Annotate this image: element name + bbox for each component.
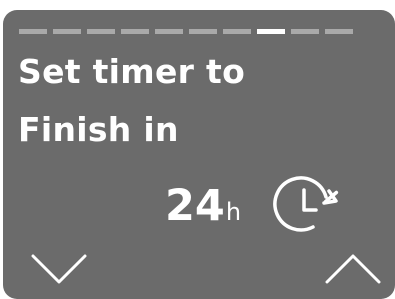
progress-segment <box>53 29 81 34</box>
progress-segment-active <box>257 29 285 34</box>
progress-segment <box>223 29 251 34</box>
title-line-2: Finish in <box>18 110 179 149</box>
timer-screen: Set timer to Finish in 24h <box>3 10 395 299</box>
progress-segment <box>325 29 353 34</box>
progress-segment <box>291 29 319 34</box>
timer-clock-icon <box>273 176 339 232</box>
increase-button[interactable] <box>323 248 383 288</box>
chevron-down-icon <box>31 254 87 284</box>
progress-segment <box>121 29 149 34</box>
timer-value: 24 <box>165 181 225 231</box>
progress-segment <box>189 29 217 34</box>
timer-unit: h <box>225 198 242 226</box>
chevron-up-icon <box>325 254 381 284</box>
progress-segment <box>87 29 115 34</box>
progress-segment <box>19 29 47 34</box>
decrease-button[interactable] <box>29 248 89 288</box>
timer-value-display: 24h <box>165 180 241 232</box>
progress-segment <box>155 29 183 34</box>
title-line-1: Set timer to <box>18 52 246 91</box>
step-progress-indicator <box>19 29 353 34</box>
